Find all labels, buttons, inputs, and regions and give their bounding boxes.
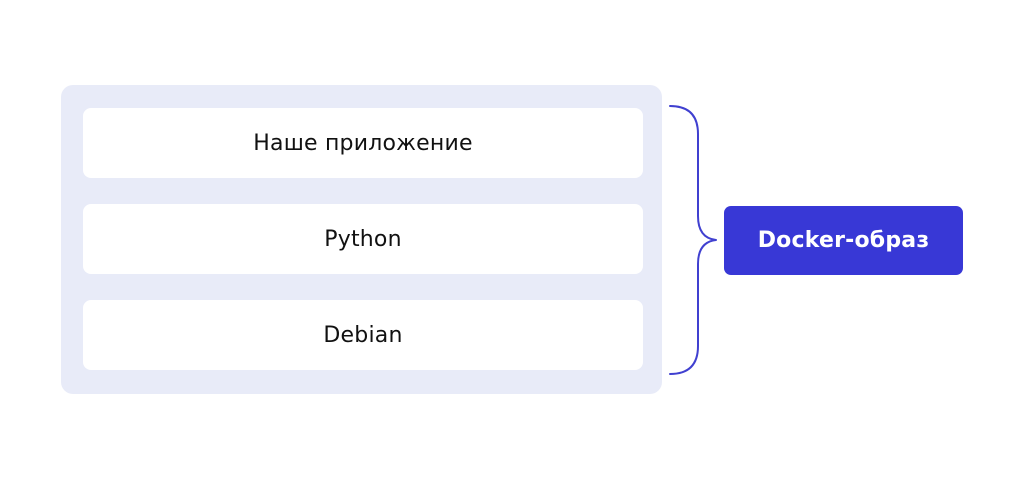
docker-image-label: Docker-образ [757, 228, 930, 253]
layer-debian: Debian [83, 300, 643, 370]
image-layer-stack: Наше приложение Python Debian [61, 85, 662, 394]
docker-image-badge: Docker-образ [724, 206, 963, 275]
layer-application: Наше приложение [83, 108, 643, 178]
layer-python: Python [83, 204, 643, 274]
layer-python-label: Python [324, 226, 402, 252]
layer-debian-label: Debian [323, 322, 403, 348]
curly-brace-icon [669, 105, 717, 375]
layer-application-label: Наше приложение [253, 130, 473, 156]
